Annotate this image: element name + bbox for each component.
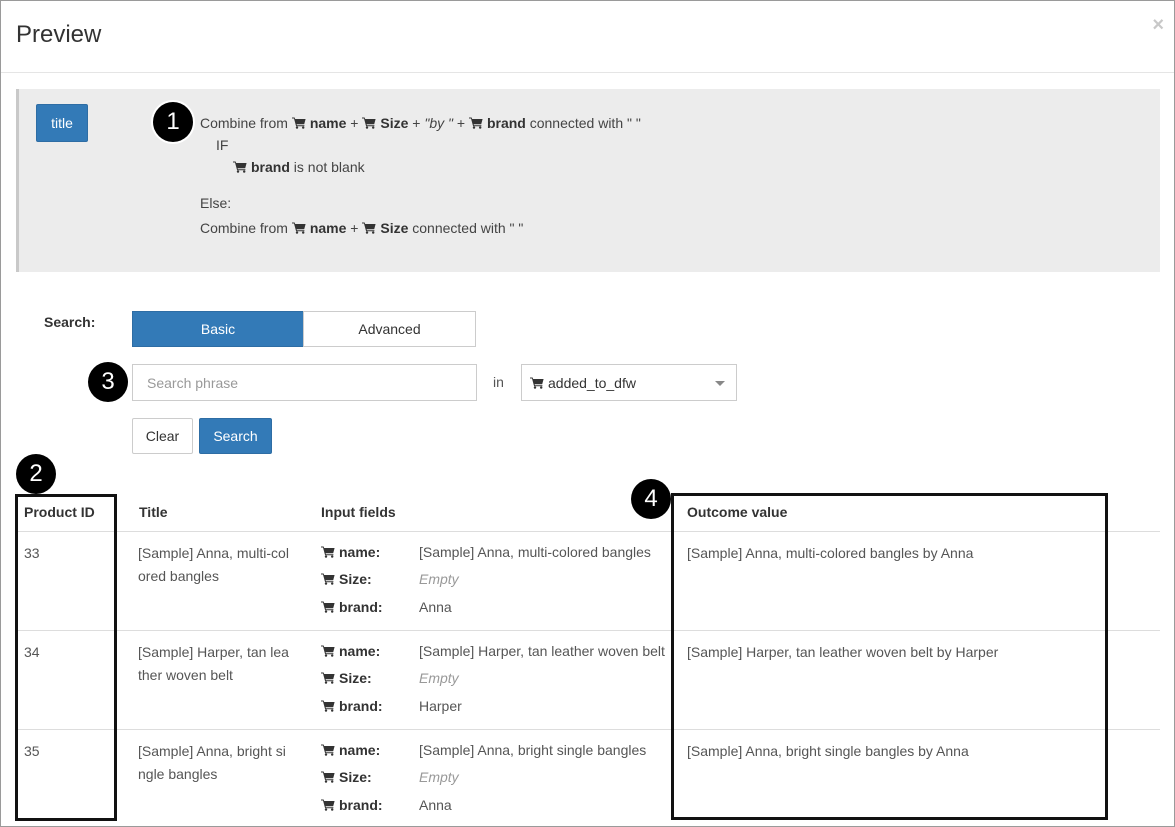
rule-field-name: name [309, 115, 347, 131]
field-value: [Sample] Anna, bright single bangles [419, 742, 647, 758]
field-key: name: [339, 544, 381, 560]
rule-field-size: Size [380, 220, 409, 236]
rule-prefix: Combine from [200, 220, 288, 236]
rule-prefix: Combine from [200, 115, 288, 131]
field-value: [Sample] Anna, multi-colored bangles [419, 544, 651, 560]
field-key: Size: [339, 571, 372, 587]
search-scope-value: added_to_dfw [548, 374, 636, 391]
rule-field-name: name [309, 220, 347, 236]
callout-4: 4 [631, 479, 671, 519]
field-key: Size: [339, 670, 372, 686]
preview-modal: Preview × title Combine from name + Size… [0, 0, 1175, 827]
cart-icon [362, 222, 376, 234]
input-field-size: Size: Empty [321, 769, 459, 785]
rule-else-label: Else: [200, 195, 232, 211]
highlight-outcome-column [671, 493, 1108, 820]
title-cell: [Sample] Anna, multi-col ored bangles [138, 542, 289, 588]
modal-title: Preview [16, 21, 102, 48]
rule-plus: + [350, 115, 359, 131]
rule-literal: "by " [424, 115, 453, 131]
title-line: ored bangles [138, 568, 219, 584]
title-line: [Sample] Harper, tan lea [138, 644, 289, 660]
field-key: name: [339, 643, 381, 659]
field-value: Anna [419, 599, 452, 615]
field-value: Harper [419, 698, 462, 714]
rule-field-brand: brand [486, 115, 526, 131]
input-field-brand: brand: Anna [321, 797, 452, 813]
cart-icon [321, 771, 335, 783]
search-mode-advanced[interactable]: Advanced [303, 311, 476, 347]
cart-icon [530, 377, 544, 389]
cart-icon [321, 799, 335, 811]
search-scope-select[interactable]: added_to_dfw [521, 364, 737, 401]
rule-suffix: connected with " " [412, 220, 524, 236]
field-key: brand: [339, 698, 383, 714]
rule-plus: + [456, 115, 466, 131]
input-field-size: Size: Empty [321, 571, 459, 587]
cart-icon [321, 700, 335, 712]
cart-icon [292, 117, 306, 129]
field-key: brand: [339, 599, 383, 615]
rule-if-label: IF [216, 137, 229, 153]
cart-icon [233, 161, 247, 173]
close-icon[interactable]: × [1152, 15, 1164, 35]
cart-icon [469, 117, 483, 129]
field-badge[interactable]: title [36, 104, 88, 142]
caret-down-icon [715, 381, 725, 386]
rule-field-size: Size [380, 115, 409, 131]
search-button[interactable]: Search [199, 418, 272, 454]
column-header-input-fields[interactable]: Input fields [321, 504, 396, 520]
search-input[interactable] [132, 364, 477, 401]
callout-3: 3 [88, 362, 128, 402]
in-label: in [493, 374, 504, 390]
cart-icon [321, 744, 335, 756]
field-key: brand: [339, 797, 383, 813]
field-value-empty: Empty [419, 670, 459, 686]
cart-icon [321, 645, 335, 657]
cart-icon [292, 222, 306, 234]
field-value: [Sample] Harper, tan leather woven belt [419, 643, 665, 659]
clear-button[interactable]: Clear [132, 418, 193, 454]
input-field-name: name: [Sample] Anna, multi-colored bangle… [321, 544, 651, 560]
callout-2: 2 [16, 454, 56, 494]
input-field-brand: brand: Harper [321, 698, 462, 714]
title-cell: [Sample] Harper, tan lea ther woven belt [138, 641, 289, 687]
search-mode-basic[interactable]: Basic [132, 311, 304, 347]
highlight-product-id-column [15, 494, 117, 821]
title-line: ngle bangles [138, 766, 218, 782]
cart-icon [321, 573, 335, 585]
rule-plus: + [412, 115, 421, 131]
rule-else-line: Combine from name + Size connected with … [200, 220, 523, 236]
cart-icon [321, 546, 335, 558]
rule-condition: brand is not blank [233, 159, 365, 175]
field-value-empty: Empty [419, 571, 459, 587]
title-line: [Sample] Anna, bright si [138, 743, 286, 759]
rule-combine-line: Combine from name + Size + "by " + brand… [200, 115, 641, 131]
cart-icon [321, 672, 335, 684]
callout-1: 1 [153, 102, 193, 142]
field-key: Size: [339, 769, 372, 785]
field-value-empty: Empty [419, 769, 459, 785]
rule-suffix: connected with " " [529, 115, 641, 131]
rule-condition-field: brand [251, 159, 290, 175]
cart-icon [321, 601, 335, 613]
input-field-size: Size: Empty [321, 670, 459, 686]
input-field-name: name: [Sample] Harper, tan leather woven … [321, 643, 665, 659]
search-label: Search: [44, 314, 96, 330]
title-line: [Sample] Anna, multi-col [138, 545, 289, 561]
cart-icon [362, 117, 376, 129]
rule-condition-text: is not blank [293, 159, 365, 175]
input-field-name: name: [Sample] Anna, bright single bangle… [321, 742, 646, 758]
field-value: Anna [419, 797, 452, 813]
title-line: ther woven belt [138, 667, 233, 683]
rule-plus: + [350, 220, 359, 236]
title-cell: [Sample] Anna, bright si ngle bangles [138, 740, 286, 786]
modal-header: Preview × [1, 1, 1174, 73]
column-header-title[interactable]: Title [139, 504, 168, 520]
input-field-brand: brand: Anna [321, 599, 452, 615]
field-key: name: [339, 742, 381, 758]
